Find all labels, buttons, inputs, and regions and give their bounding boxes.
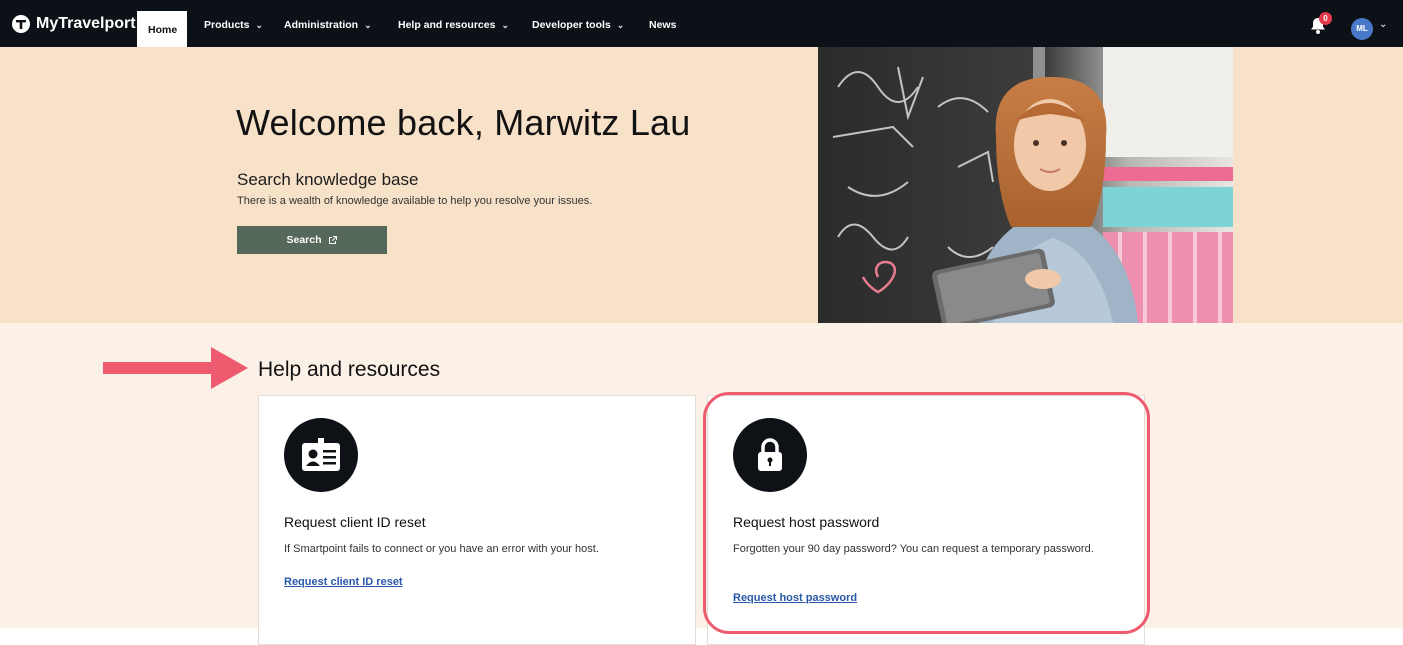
chevron-down-icon: ⌄: [616, 20, 625, 30]
notification-count-badge: 0: [1319, 12, 1332, 25]
hero-banner: Welcome back, Marwitz Lau Search knowled…: [0, 47, 1403, 323]
card-title: Request client ID reset: [284, 514, 426, 530]
card-request-client-id-reset: Request client ID reset If Smartpoint fa…: [258, 395, 696, 645]
id-badge-icon: [302, 438, 340, 471]
request-host-password-link[interactable]: Request host password: [733, 592, 857, 604]
chevron-down-icon: ⌄: [364, 20, 372, 30]
search-button-label: Search: [286, 234, 322, 246]
logo[interactable]: MyTravelport: [12, 13, 136, 35]
request-client-id-reset-link[interactable]: Request client ID reset: [284, 576, 403, 588]
help-and-resources-section: Help and resources Request client ID res…: [0, 323, 1403, 645]
chevron-down-icon: ⌄: [255, 20, 264, 30]
nav-item-products[interactable]: Products ⌄: [204, 0, 263, 47]
search-button[interactable]: Search: [237, 226, 387, 254]
external-link-icon: [328, 236, 337, 244]
nav-item-developer-tools[interactable]: Developer tools ⌄: [532, 0, 624, 47]
nav-item-home[interactable]: Home: [137, 11, 188, 47]
nav-item-label: Developer tools: [532, 19, 611, 31]
card-title: Request host password: [733, 514, 880, 530]
lock-icon: [758, 438, 782, 471]
hero-photo: [818, 47, 1233, 323]
top-navigation: MyTravelport Home Products ⌄ Administrati…: [0, 0, 1403, 47]
nav-item-label: Administration: [284, 19, 359, 31]
nav-item-label: Products: [204, 19, 250, 31]
icon-circle: [284, 418, 358, 492]
travelport-logo-icon: [12, 15, 30, 33]
welcome-heading: Welcome back, Marwitz Lau: [236, 102, 691, 143]
nav-item-news[interactable]: News: [649, 0, 676, 47]
icon-circle: [733, 418, 807, 492]
notifications-button[interactable]: 0: [1308, 12, 1332, 36]
card-request-host-password: Request host password Forgotten your 90 …: [707, 395, 1145, 645]
card-description: If Smartpoint fails to connect or you ha…: [284, 543, 599, 555]
nav-item-label: News: [649, 19, 677, 31]
section-title: Help and resources: [258, 358, 441, 381]
nav-item-label: Help and resources: [398, 19, 496, 31]
knowledge-base-description: There is a wealth of knowledge available…: [237, 195, 593, 207]
chevron-down-icon[interactable]: ⌄: [1379, 19, 1387, 30]
arrow-right-icon: [103, 347, 248, 389]
logo-text: MyTravelport: [36, 15, 136, 32]
nav-item-label: Home: [148, 24, 178, 36]
knowledge-base-heading: Search knowledge base: [237, 170, 419, 189]
chevron-down-icon: ⌄: [501, 20, 509, 30]
nav-item-administration[interactable]: Administration ⌄: [284, 0, 372, 47]
nav-item-help-and-resources[interactable]: Help and resources ⌄: [398, 0, 509, 47]
card-description: Forgotten your 90 day password? You can …: [733, 543, 1094, 555]
avatar[interactable]: ML: [1351, 18, 1373, 40]
